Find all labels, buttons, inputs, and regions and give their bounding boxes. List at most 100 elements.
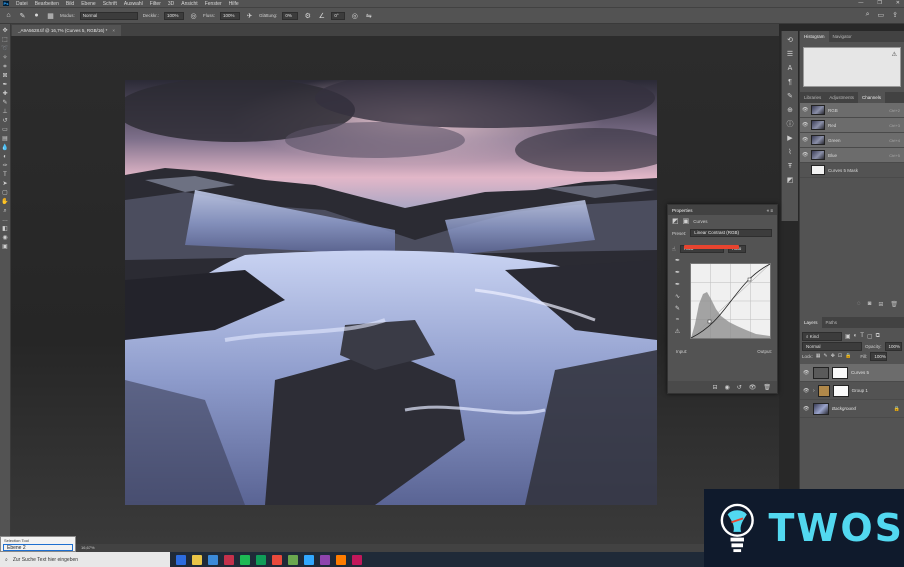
channel-row[interactable]: Curves 5 Mask <box>800 163 904 178</box>
close-tab-icon[interactable]: × <box>112 28 115 33</box>
tab-paths[interactable]: Paths <box>822 317 842 328</box>
menu-image[interactable]: Bild <box>66 1 74 7</box>
crop-tool-icon[interactable]: ⌗ <box>1 63 9 71</box>
taskbar-app-icon[interactable] <box>208 554 218 565</box>
restore-button[interactable]: ❐ <box>877 0 881 6</box>
brush-preset-icon[interactable]: ● <box>32 11 41 20</box>
dodge-tool-icon[interactable]: ◐ <box>1 153 9 161</box>
healing-tool-icon[interactable]: ✚ <box>1 90 9 98</box>
filter-pixel-icon[interactable]: ▣ <box>845 333 851 340</box>
delete-channel-icon[interactable]: 🗑 <box>890 301 898 308</box>
taskbar-app-icon[interactable] <box>352 554 362 565</box>
preset-select[interactable]: Linear Contrast (RGB) <box>690 229 773 237</box>
workspace-icon[interactable]: ▭ <box>878 11 885 19</box>
quick-select-tool-icon[interactable]: ✧ <box>1 54 9 62</box>
blend-mode-select[interactable]: Normal <box>802 341 862 351</box>
pencil-curve-icon[interactable]: ✎ <box>672 305 683 312</box>
screen-mode-icon[interactable]: ▣ <box>1 243 9 251</box>
menu-select[interactable]: Auswahl <box>124 1 143 7</box>
quick-mask-icon[interactable]: ◉ <box>1 234 9 242</box>
menu-help[interactable]: Hilfe <box>229 1 239 7</box>
more-tools-icon[interactable]: … <box>1 216 9 224</box>
properties-header[interactable]: Properties « ≡ <box>668 205 777 215</box>
target-adjust-icon[interactable]: ☝ <box>672 246 676 253</box>
eye-icon[interactable]: 👁 <box>802 122 811 128</box>
menu-file[interactable]: Datei <box>16 1 28 7</box>
frame-tool-icon[interactable]: ⊠ <box>1 72 9 80</box>
taskbar-app-icon[interactable] <box>176 554 186 565</box>
lock-artboard-icon[interactable]: ⊡ <box>838 353 842 359</box>
history-panel-icon[interactable]: ⟲ <box>784 35 796 46</box>
path-select-icon[interactable]: ➤ <box>1 180 9 188</box>
shape-tool-icon[interactable]: ▢ <box>1 189 9 197</box>
brush-panel-icon[interactable]: ✎ <box>784 91 796 102</box>
eyedropper-tool-icon[interactable]: ✒ <box>1 81 9 89</box>
eye-icon[interactable]: 👁 <box>803 406 810 412</box>
eye-icon[interactable]: 👁 <box>802 107 811 113</box>
taskbar-app-icon[interactable] <box>288 554 298 565</box>
marquee-tool-icon[interactable]: ⬚ <box>1 36 9 44</box>
curve-graph[interactable] <box>690 263 771 339</box>
menu-filter[interactable]: Filter <box>150 1 161 7</box>
tab-navigator[interactable]: Navigator <box>829 31 856 42</box>
clipping-warning-icon[interactable]: ⚠ <box>672 328 683 335</box>
clip-to-layer-icon[interactable]: ⊟ <box>712 384 717 391</box>
move-tool-icon[interactable]: ✥ <box>1 27 9 35</box>
minimize-button[interactable]: — <box>858 0 863 6</box>
layer-row[interactable]: 👁 Background 🔒 <box>800 400 904 418</box>
menu-view[interactable]: Ansicht <box>181 1 197 7</box>
eye-icon[interactable]: 👁 <box>803 370 810 376</box>
opacity-field[interactable]: 100% <box>164 11 185 20</box>
group-expand-icon[interactable]: › <box>813 388 815 394</box>
brush-settings-icon[interactable]: ▦ <box>46 11 55 20</box>
cache-warning-icon[interactable]: ⚠ <box>892 51 897 58</box>
home-icon[interactable]: ⌂ <box>4 11 13 20</box>
document-image[interactable] <box>125 80 657 505</box>
blur-tool-icon[interactable]: 💧 <box>1 144 9 152</box>
white-point-eyedropper-icon[interactable]: ✒ <box>672 281 683 288</box>
reset-icon[interactable]: ↺ <box>737 384 742 391</box>
load-selection-icon[interactable]: ◌ <box>857 301 861 308</box>
lock-position-icon[interactable]: ✥ <box>831 353 835 359</box>
clone-source-icon[interactable]: ⊕ <box>784 105 796 116</box>
eye-icon[interactable]: 👁 <box>803 388 810 394</box>
layer-mask-thumbnail[interactable] <box>832 384 849 397</box>
history-brush-icon[interactable]: ↺ <box>1 117 9 125</box>
lock-paint-icon[interactable]: ✎ <box>824 353 828 359</box>
menu-window[interactable]: Fenster <box>205 1 222 7</box>
filter-shape-icon[interactable]: ▢ <box>867 333 873 340</box>
channel-row[interactable]: 👁 Red Ctrl+3 <box>800 118 904 133</box>
collapse-icon[interactable]: « ≡ <box>767 208 773 213</box>
save-selection-icon[interactable]: ◙ <box>868 301 872 308</box>
visibility-icon[interactable]: 👁 <box>749 384 757 391</box>
paragraph-panel-icon[interactable]: ¶ <box>784 77 796 88</box>
lock-pixels-icon[interactable]: ▦ <box>816 353 821 359</box>
taskbar-app-icon[interactable] <box>304 554 314 565</box>
gray-point-eyedropper-icon[interactable]: ✒ <box>672 269 683 276</box>
canvas-area[interactable] <box>11 36 779 544</box>
search-icon[interactable]: ⌕ <box>866 11 870 19</box>
filter-type-icon[interactable]: T <box>860 333 864 339</box>
smooth-curve-icon[interactable]: ≈ <box>672 317 683 323</box>
hand-tool-icon[interactable]: ✋ <box>1 198 9 206</box>
brush-tool-icon[interactable]: ✎ <box>18 11 27 20</box>
actions-panel-icon[interactable]: ▶ <box>784 133 796 144</box>
channel-row[interactable]: 👁 RGB Ctrl+2 <box>800 103 904 118</box>
brush-tool-icon[interactable]: ✎ <box>1 99 9 107</box>
flow-field[interactable]: 100% <box>220 11 241 20</box>
view-previous-icon[interactable]: ◉ <box>724 384 729 391</box>
filter-adjust-icon[interactable]: ◐ <box>854 333 858 339</box>
mask-icon[interactable]: ▣ <box>683 217 690 225</box>
character-panel-icon[interactable]: A <box>784 63 796 74</box>
tab-histogram[interactable]: Histogram <box>800 31 829 42</box>
taskbar-app-icon[interactable] <box>272 554 282 565</box>
pen-tool-icon[interactable]: ✑ <box>1 162 9 170</box>
menu-type[interactable]: Schrift <box>103 1 117 7</box>
menu-layer[interactable]: Ebene <box>81 1 95 7</box>
properties-panel-icon[interactable]: ☰ <box>784 49 796 60</box>
layer-mask-thumbnail[interactable] <box>832 366 848 379</box>
eye-icon[interactable]: 👁 <box>802 152 811 158</box>
taskbar-app-icon[interactable] <box>320 554 330 565</box>
layer-kind-filter[interactable]: ⌕ Kind <box>802 331 842 341</box>
layer-fill-field[interactable]: 100% <box>870 351 888 361</box>
